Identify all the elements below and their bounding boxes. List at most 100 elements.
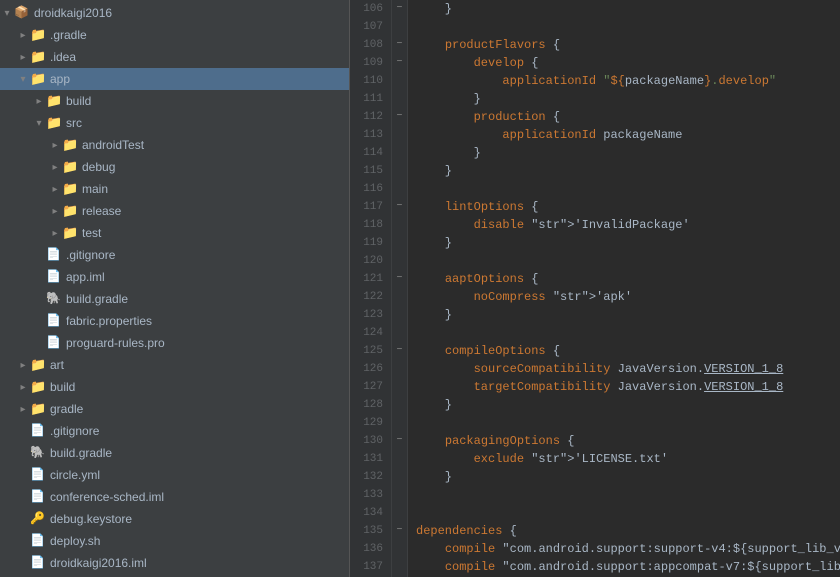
tree-arrow[interactable] xyxy=(32,118,46,129)
folder-icon xyxy=(30,357,46,373)
gitignore-icon xyxy=(46,247,62,263)
gutter-mark[interactable] xyxy=(392,108,407,126)
iml-icon xyxy=(30,489,46,505)
gutter-mark xyxy=(392,252,407,270)
sidebar-item-gradle[interactable]: .gradle xyxy=(0,24,349,46)
tree-arrow[interactable] xyxy=(0,8,14,19)
gutter-mark xyxy=(392,72,407,90)
gutter-mark[interactable] xyxy=(392,270,407,288)
sidebar-item-debug-keystore[interactable]: debug.keystore xyxy=(0,508,349,530)
gutters xyxy=(392,0,408,577)
tree-item-label: art xyxy=(50,358,64,372)
tree-arrow[interactable] xyxy=(48,162,62,173)
code-line: } xyxy=(416,162,840,180)
tree-item-label: fabric.properties xyxy=(66,314,152,328)
code-line: production { xyxy=(416,108,840,126)
tree-arrow[interactable] xyxy=(16,382,30,393)
tree-arrow[interactable] xyxy=(16,360,30,371)
tree-arrow[interactable] xyxy=(48,184,62,195)
gutter-mark[interactable] xyxy=(392,36,407,54)
tree-arrow[interactable] xyxy=(48,206,62,217)
code-line xyxy=(416,252,840,270)
tree-arrow[interactable] xyxy=(16,74,30,85)
sidebar-item-build-gradle-root[interactable]: build.gradle xyxy=(0,442,349,464)
sidebar-item-fabric-props[interactable]: fabric.properties xyxy=(0,310,349,332)
sidebar-item-androidTest[interactable]: androidTest xyxy=(0,134,349,156)
code-line xyxy=(416,504,840,522)
gutter-mark[interactable] xyxy=(392,0,407,18)
line-number: 119 xyxy=(358,234,383,252)
tree-arrow[interactable] xyxy=(48,228,62,239)
folder-icon xyxy=(62,181,78,197)
sidebar-item-gitignore-root[interactable]: .gitignore xyxy=(0,420,349,442)
gutter-mark[interactable] xyxy=(392,198,407,216)
tree-arrow[interactable] xyxy=(16,30,30,41)
sidebar-item-test[interactable]: test xyxy=(0,222,349,244)
tree-item-label: src xyxy=(66,116,82,130)
gutter-mark xyxy=(392,144,407,162)
code-line: } xyxy=(416,396,840,414)
folder-icon xyxy=(30,27,46,43)
sidebar-item-build-root[interactable]: build xyxy=(0,376,349,398)
sidebar-item-src[interactable]: src xyxy=(0,112,349,134)
gutter-mark xyxy=(392,486,407,504)
tree-arrow[interactable] xyxy=(48,140,62,151)
line-number: 121 xyxy=(358,270,383,288)
code-line xyxy=(416,18,840,36)
sidebar-item-deploy-sh[interactable]: deploy.sh xyxy=(0,530,349,552)
tree-item-label: conference-sched.iml xyxy=(50,490,164,504)
gutter-mark[interactable] xyxy=(392,522,407,540)
yaml-icon xyxy=(30,467,46,483)
sidebar-item-main[interactable]: main xyxy=(0,178,349,200)
tree-arrow[interactable] xyxy=(16,404,30,415)
line-number: 117 xyxy=(358,198,383,216)
tree-arrow[interactable] xyxy=(16,52,30,63)
gutter-mark xyxy=(392,468,407,486)
sidebar-item-proguard[interactable]: proguard-rules.pro xyxy=(0,332,349,354)
gutter-mark xyxy=(392,540,407,558)
sidebar-item-root[interactable]: droidkaigi2016 xyxy=(0,2,349,24)
gitignore-icon xyxy=(30,423,46,439)
line-number: 111 xyxy=(358,90,383,108)
code-line: } xyxy=(416,234,840,252)
code-line: } xyxy=(416,468,840,486)
sidebar-item-app-iml[interactable]: app.iml xyxy=(0,266,349,288)
sidebar-item-idea[interactable]: .idea xyxy=(0,46,349,68)
line-number: 137 xyxy=(358,558,383,576)
code-line: compile "com.android.support:support-v4:… xyxy=(416,540,840,558)
gutter-mark xyxy=(392,306,407,324)
sidebar-item-debug[interactable]: debug xyxy=(0,156,349,178)
key-icon xyxy=(30,511,46,527)
sidebar-item-conference-iml[interactable]: conference-sched.iml xyxy=(0,486,349,508)
gutter-mark xyxy=(392,378,407,396)
gutter-mark[interactable] xyxy=(392,432,407,450)
sidebar-item-art[interactable]: art xyxy=(0,354,349,376)
line-number: 127 xyxy=(358,378,383,396)
line-numbers: 1061071081091101111121131141151161171181… xyxy=(350,0,392,577)
sidebar-item-app[interactable]: app xyxy=(0,68,349,90)
line-number: 110 xyxy=(358,72,383,90)
sidebar-item-droidkaigi-iml[interactable]: droidkaigi2016.iml xyxy=(0,552,349,574)
code-line: compileOptions { xyxy=(416,342,840,360)
gutter-mark[interactable] xyxy=(392,342,407,360)
sidebar-item-release[interactable]: release xyxy=(0,200,349,222)
file-tree[interactable]: droidkaigi2016.gradle.ideaappbuildsrcand… xyxy=(0,0,350,577)
tree-item-label: build.gradle xyxy=(50,446,112,460)
sidebar-item-build-app[interactable]: build xyxy=(0,90,349,112)
sidebar-item-gitignore-app[interactable]: .gitignore xyxy=(0,244,349,266)
tree-arrow[interactable] xyxy=(32,96,46,107)
code-line: sourceCompatibility JavaVersion.VERSION_… xyxy=(416,360,840,378)
sidebar-item-build-gradle-app[interactable]: build.gradle xyxy=(0,288,349,310)
gutter-mark[interactable] xyxy=(392,54,407,72)
code-line: } xyxy=(416,144,840,162)
sidebar-item-gradle-root[interactable]: gradle xyxy=(0,398,349,420)
sh-icon xyxy=(30,533,46,549)
tree-item-label: deploy.sh xyxy=(50,534,100,548)
line-number: 132 xyxy=(358,468,383,486)
sidebar-item-circle-yml[interactable]: circle.yml xyxy=(0,464,349,486)
code-line: aaptOptions { xyxy=(416,270,840,288)
gutter-mark xyxy=(392,324,407,342)
folder-icon xyxy=(30,401,46,417)
iml-icon xyxy=(46,269,62,285)
gutter-mark xyxy=(392,558,407,576)
